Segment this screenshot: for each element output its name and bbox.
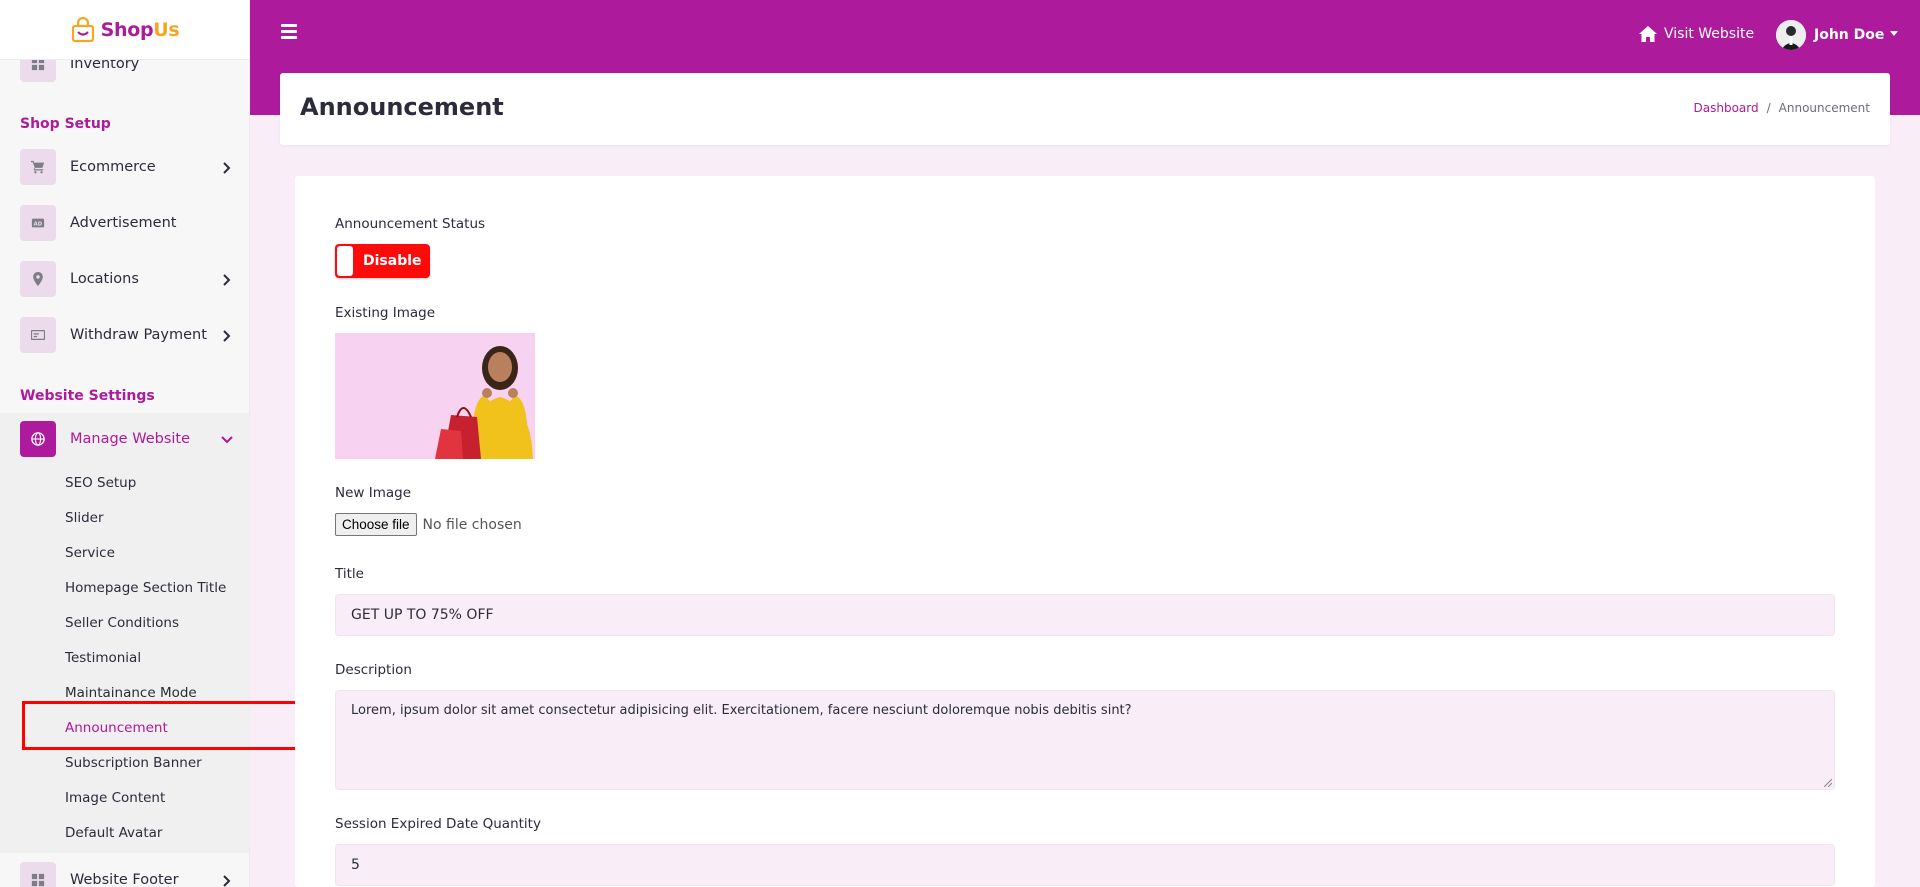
sidebar-subitem-service[interactable]: Service bbox=[65, 545, 115, 561]
shopping-bag-logo-icon bbox=[71, 16, 95, 43]
brand-logo-link[interactable]: ShopUs bbox=[0, 0, 249, 60]
sidebar-subitem-seo-setup[interactable]: SEO Setup bbox=[65, 475, 136, 491]
toggle-knob bbox=[337, 246, 353, 276]
sidebar-subitem-subscription-banner[interactable]: Subscription Banner bbox=[65, 755, 202, 771]
caret-down-icon bbox=[1890, 30, 1899, 36]
grid-icon bbox=[20, 862, 56, 887]
section-title-website-settings: Website Settings bbox=[20, 388, 155, 404]
breadcrumb-separator: / bbox=[1766, 101, 1771, 115]
sidebar-subitem-default-avatar[interactable]: Default Avatar bbox=[65, 825, 162, 841]
new-image-label: New Image bbox=[335, 485, 412, 501]
sidebar: Inventory Shop Setup Ecommerce AD Advert… bbox=[0, 0, 250, 887]
chevron-down-icon bbox=[220, 432, 234, 446]
sidebar-item-locations[interactable]: Locations bbox=[20, 261, 238, 297]
announcement-form-card: Announcement Status Disable Existing Ima… bbox=[295, 176, 1875, 887]
home-icon bbox=[1639, 26, 1657, 42]
brand-name: ShopUs bbox=[100, 18, 180, 41]
session-quantity-input[interactable]: 5 bbox=[335, 844, 1835, 886]
sidebar-subitem-announcement[interactable]: Announcement bbox=[65, 720, 168, 736]
description-value: Lorem, ipsum dolor sit amet consectetur … bbox=[351, 703, 1132, 718]
page-header-card: Announcement Dashboard / Announcement bbox=[280, 73, 1890, 145]
sidebar-item-label: Ecommerce bbox=[70, 159, 156, 175]
session-label: Session Expired Date Quantity bbox=[335, 816, 541, 832]
visit-website-link[interactable]: Visit Website bbox=[1638, 25, 1754, 43]
chevron-right-icon bbox=[220, 328, 234, 342]
sidebar-subitem-homepage-section-title[interactable]: Homepage Section Title bbox=[65, 580, 226, 596]
money-icon bbox=[20, 317, 56, 353]
session-input-value: 5 bbox=[351, 857, 360, 873]
page-title: Announcement bbox=[300, 93, 504, 121]
status-label: Announcement Status bbox=[335, 216, 486, 232]
sidebar-item-manage-website[interactable]: Manage Website bbox=[20, 421, 238, 457]
sidebar-item-website-footer[interactable]: Website Footer bbox=[20, 862, 238, 887]
choose-file-button[interactable]: Choose file bbox=[335, 513, 417, 536]
visit-website-label: Visit Website bbox=[1664, 26, 1755, 42]
title-input-value: GET UP TO 75% OFF bbox=[351, 607, 494, 623]
breadcrumb: Dashboard / Announcement bbox=[1694, 101, 1871, 115]
status-toggle[interactable]: Disable bbox=[335, 244, 430, 278]
chevron-right-icon bbox=[220, 160, 234, 174]
description-textarea[interactable]: Lorem, ipsum dolor sit amet consectetur … bbox=[335, 690, 1835, 790]
sidebar-item-ecommerce[interactable]: Ecommerce bbox=[20, 149, 238, 185]
svg-text:AD: AD bbox=[34, 222, 43, 228]
description-label: Description bbox=[335, 662, 412, 678]
sidebar-item-withdraw-payment[interactable]: Withdraw Payment bbox=[20, 317, 238, 353]
title-input[interactable]: GET UP TO 75% OFF bbox=[335, 594, 1835, 636]
sidebar-item-label: Manage Website bbox=[70, 431, 191, 447]
new-image-file-input[interactable]: Choose file No file chosen bbox=[335, 513, 522, 536]
toggle-text: Disable bbox=[363, 253, 422, 269]
resize-grip-icon[interactable] bbox=[1824, 779, 1832, 787]
globe-icon bbox=[20, 421, 56, 457]
user-menu-dropdown[interactable]: John Doe bbox=[1776, 20, 1899, 50]
existing-image-label: Existing Image bbox=[335, 305, 436, 321]
sidebar-item-advertisement[interactable]: AD Advertisement bbox=[20, 205, 238, 241]
ad-icon: AD bbox=[20, 205, 56, 241]
cart-icon bbox=[20, 149, 56, 185]
sidebar-subitem-slider[interactable]: Slider bbox=[65, 510, 104, 526]
sidebar-item-label: Withdraw Payment bbox=[70, 327, 207, 343]
title-label: Title bbox=[335, 566, 364, 582]
avatar bbox=[1776, 20, 1806, 50]
menu-toggle-icon[interactable] bbox=[281, 24, 299, 42]
sidebar-subitem-maintainance-mode[interactable]: Maintainance Mode bbox=[65, 685, 197, 701]
existing-image-preview bbox=[335, 333, 535, 459]
map-pin-icon bbox=[20, 261, 56, 297]
sidebar-item-label: Advertisement bbox=[70, 215, 177, 231]
breadcrumb-current: Announcement bbox=[1778, 101, 1870, 115]
sidebar-subitem-testimonial[interactable]: Testimonial bbox=[65, 650, 141, 666]
sidebar-item-label: Locations bbox=[70, 271, 139, 287]
sidebar-subitem-image-content[interactable]: Image Content bbox=[65, 790, 165, 806]
sidebar-subitem-seller-conditions[interactable]: Seller Conditions bbox=[65, 615, 179, 631]
sidebar-item-label: Website Footer bbox=[70, 872, 179, 887]
user-name: John Doe bbox=[1814, 27, 1885, 43]
file-status-text: No file chosen bbox=[422, 516, 522, 533]
chevron-right-icon bbox=[220, 272, 234, 286]
breadcrumb-dashboard-link[interactable]: Dashboard bbox=[1694, 101, 1759, 115]
section-title-shop-setup: Shop Setup bbox=[20, 116, 111, 132]
chevron-right-icon bbox=[220, 873, 234, 887]
